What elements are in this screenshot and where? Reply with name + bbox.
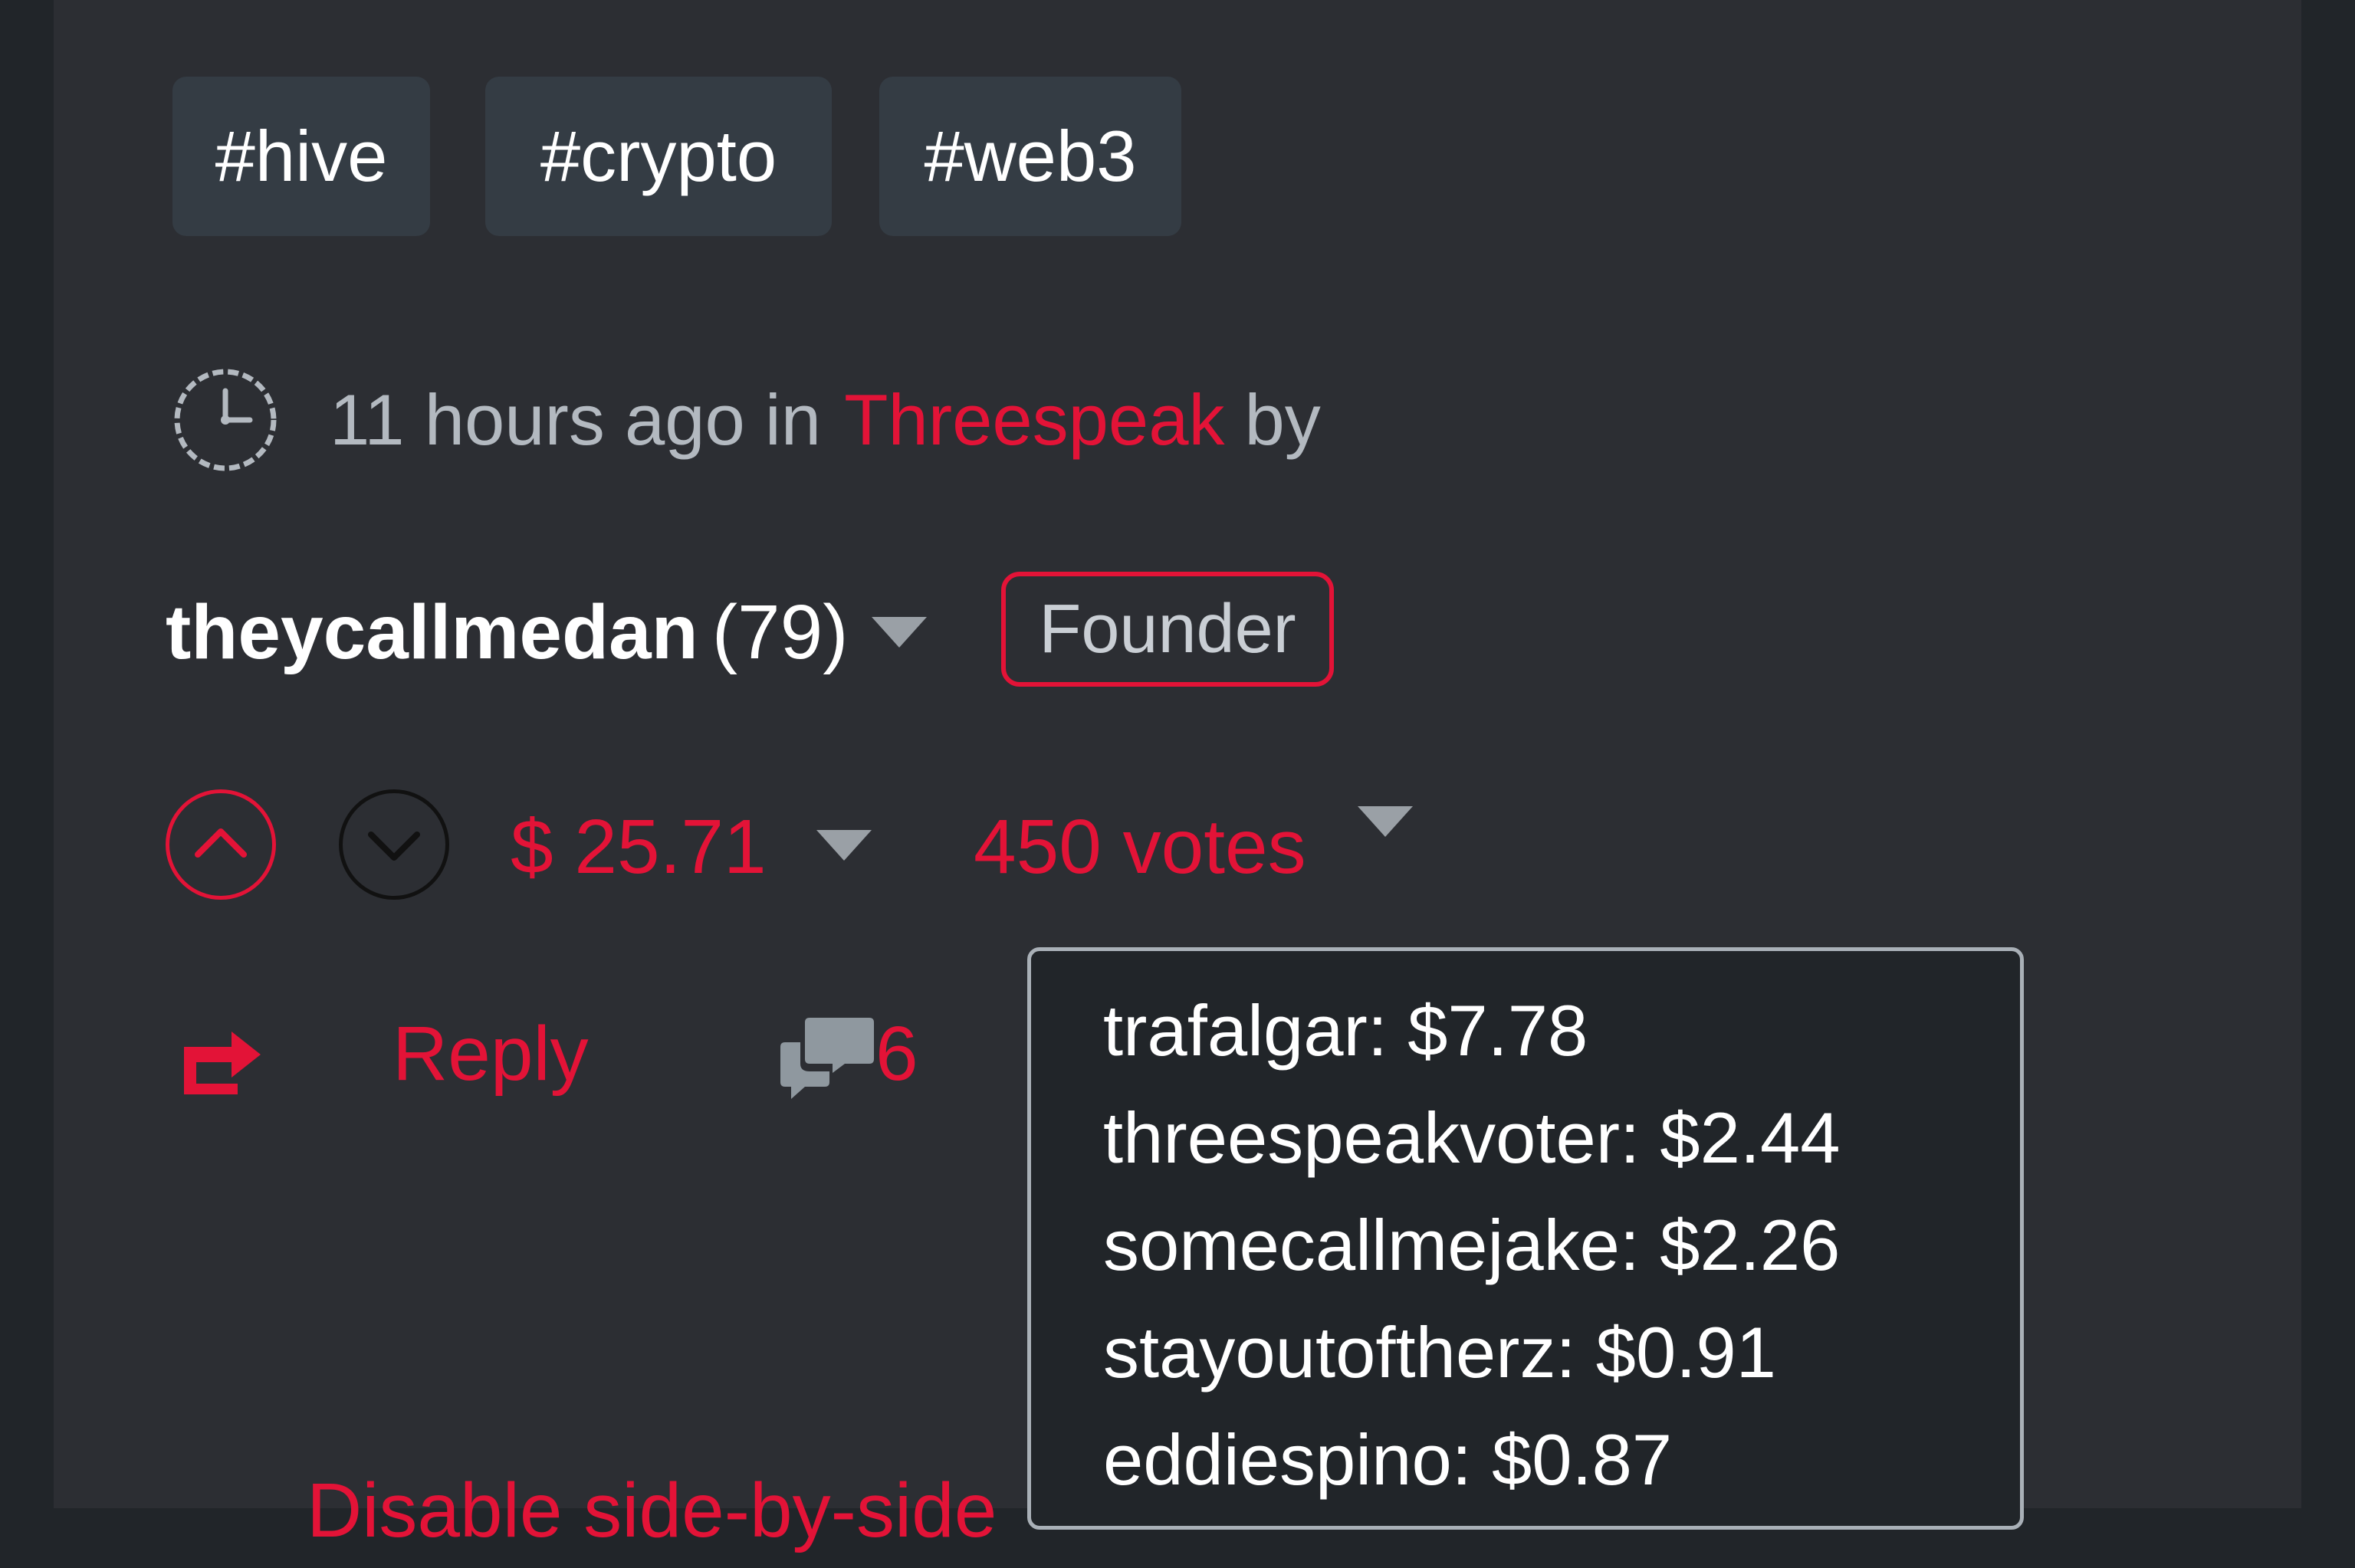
comment-count[interactable]: 6 bbox=[875, 996, 918, 1111]
founder-badge: Founder bbox=[1001, 572, 1334, 687]
voter-item[interactable]: threespeakvoter: $2.44 bbox=[1103, 1084, 2020, 1192]
voters-popup: trafalgar: $7.78 threespeakvoter: $2.44 … bbox=[1027, 947, 2024, 1530]
votes-count: 450 votes bbox=[974, 804, 1306, 890]
author-row: theycallmedan (79) bbox=[166, 575, 927, 690]
votes-dropdown[interactable]: 450 votes bbox=[974, 789, 1414, 904]
voter-item[interactable]: trafalgar: $7.78 bbox=[1103, 977, 2020, 1084]
voter-item[interactable]: stayoutoftherz: $0.91 bbox=[1103, 1299, 2020, 1406]
upvote-button[interactable] bbox=[166, 789, 276, 900]
payout-amount[interactable]: $ 25.71 bbox=[511, 789, 872, 904]
chevron-down-icon bbox=[368, 832, 420, 861]
reply-link[interactable]: Reply bbox=[392, 996, 589, 1111]
by-label: by bbox=[1244, 379, 1321, 460]
clock-icon bbox=[174, 369, 277, 471]
author-menu-chevron-down-icon[interactable] bbox=[871, 617, 927, 648]
post-footer: #hive #crypto #web3 11 hours ago in Thre… bbox=[54, 0, 2301, 1553]
author-name[interactable]: theycallmedan bbox=[166, 589, 698, 677]
chevron-up-icon bbox=[195, 828, 247, 858]
voter-item[interactable]: somecallmejake: $2.26 bbox=[1103, 1192, 2020, 1299]
payout-chevron-down-icon[interactable] bbox=[816, 829, 872, 861]
voter-item[interactable]: eddiespino: $0.87 bbox=[1103, 1406, 2020, 1514]
reblog-icon[interactable] bbox=[176, 1021, 267, 1101]
community-link[interactable]: Threespeak bbox=[844, 379, 1224, 461]
votes-chevron-down-icon[interactable] bbox=[1358, 806, 1414, 837]
payout-currency: $ bbox=[511, 804, 553, 890]
post-time: 11 hours ago in bbox=[330, 379, 822, 460]
tag-crypto[interactable]: #crypto bbox=[485, 77, 832, 236]
comments-icon[interactable] bbox=[779, 1010, 879, 1107]
disable-side-by-side-link[interactable]: Disable side-by-side bbox=[307, 1453, 997, 1568]
payout-value: 25.71 bbox=[574, 804, 767, 890]
downvote-button[interactable] bbox=[339, 789, 449, 900]
tag-hive[interactable]: #hive bbox=[172, 77, 430, 236]
post-meta: 11 hours ago in Threespeak by bbox=[172, 366, 1321, 474]
author-reputation: (79) bbox=[711, 589, 849, 675]
tag-web3[interactable]: #web3 bbox=[879, 77, 1181, 236]
